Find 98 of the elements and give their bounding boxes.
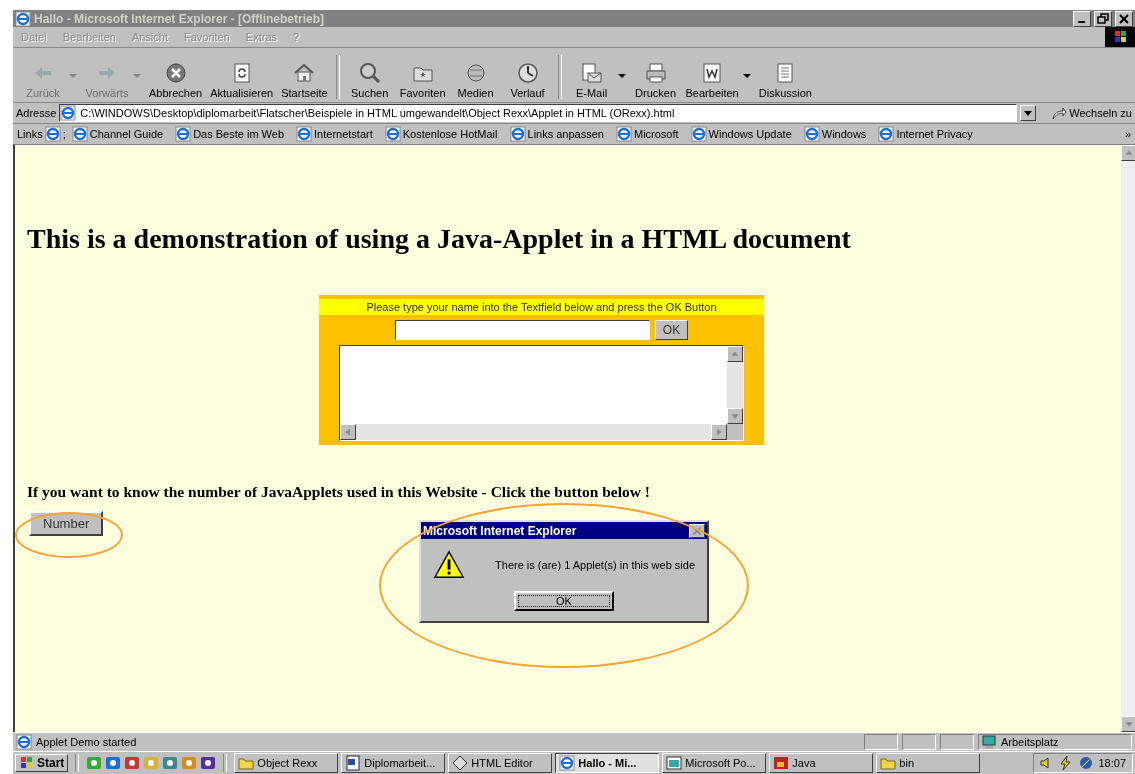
warning-icon xyxy=(433,549,466,581)
scroll-left-icon[interactable] xyxy=(340,424,356,440)
link-button[interactable]: Internet Privacy xyxy=(874,126,979,142)
printer-icon xyxy=(643,61,668,85)
clock-icon xyxy=(515,61,540,85)
ie-icon xyxy=(44,126,61,142)
scroll-right-icon[interactable] xyxy=(711,424,727,440)
ie-icon xyxy=(803,126,820,142)
scroll-up-icon[interactable] xyxy=(727,346,743,362)
computer-icon xyxy=(981,734,997,750)
close-icon[interactable] xyxy=(1115,10,1133,27)
link-button[interactable]: Internetstart xyxy=(292,126,379,142)
status-pane xyxy=(864,734,898,750)
caret-icon[interactable] xyxy=(742,73,751,79)
link-button[interactable]: Kostenlose HotMail xyxy=(380,126,504,142)
toolbar-button[interactable]: Verlauf xyxy=(501,61,554,99)
arrow-icon xyxy=(1051,105,1068,121)
status-pane xyxy=(940,734,974,750)
document-icon xyxy=(345,755,362,771)
link-button[interactable]: Microsoft xyxy=(611,126,685,142)
link-button[interactable]: Links anpassen xyxy=(505,126,610,142)
number-button[interactable]: Number xyxy=(29,511,104,536)
toolbar-button[interactable]: Medien xyxy=(449,61,502,99)
caret-icon[interactable] xyxy=(617,73,626,79)
quick-launch-icon[interactable] xyxy=(124,755,141,771)
ie-icon xyxy=(559,755,576,771)
scrollbar[interactable] xyxy=(1121,145,1135,732)
question-text: If you want to know the number of JavaApplets used in this Website - Click the button below ! xyxy=(27,483,651,501)
link-button[interactable]: Windows Update xyxy=(686,126,798,142)
status-pane xyxy=(902,734,936,750)
toolbar-button[interactable]: Abbrechen xyxy=(145,61,207,99)
close-icon[interactable] xyxy=(689,523,705,538)
ie-icon xyxy=(175,126,192,142)
windows-logo xyxy=(19,755,35,771)
ie-icon xyxy=(690,126,707,142)
scroll-down-icon[interactable] xyxy=(1121,716,1135,732)
clock: 18:07 xyxy=(1098,757,1126,769)
restore-icon[interactable] xyxy=(1094,10,1112,27)
address-field[interactable]: C:\WINDOWS\Desktop\diplomarbeit\Flatscher\Beispiele in HTML umgewandelt\Object Rexx\Applet in HTML (ORexx).html xyxy=(59,104,1018,122)
taskbar-button[interactable]: Java xyxy=(769,753,874,773)
status-text: Applet Demo started xyxy=(36,736,138,748)
quick-launch-icon[interactable] xyxy=(200,755,217,771)
window-icon xyxy=(666,755,683,771)
quick-launch-icon[interactable] xyxy=(105,755,122,771)
horizontal-scrollbar[interactable] xyxy=(340,424,727,440)
minimize-icon[interactable] xyxy=(1073,10,1091,27)
mail-icon xyxy=(579,61,604,85)
ie-icon xyxy=(615,126,632,142)
ie-icon xyxy=(509,126,526,142)
window-title: Hallo - Microsoft Internet Explorer - [Offlinebetrieb] xyxy=(34,11,326,26)
taskbar-button[interactable]: Hallo - Mi... xyxy=(555,753,660,773)
toolbar-button[interactable]: Bearbeiten xyxy=(681,61,743,99)
toolbar-button[interactable]: Startseite xyxy=(277,61,332,99)
cup-icon xyxy=(773,755,790,771)
toolbar-button[interactable]: E-Mail xyxy=(565,61,618,99)
taskbar-button[interactable]: Object Rexx xyxy=(234,753,339,773)
toolbar-button[interactable]: Drucken xyxy=(629,61,682,99)
link-button[interactable]: Das Beste im Web xyxy=(171,126,291,142)
ok-button[interactable]: OK xyxy=(654,320,689,340)
name-field[interactable] xyxy=(394,320,650,340)
scroll-down-icon[interactable] xyxy=(727,408,743,424)
ie-icon xyxy=(384,126,401,142)
more-chevron[interactable]: » xyxy=(1124,128,1131,140)
search-icon xyxy=(357,61,382,85)
dialog-ok-button[interactable]: OK xyxy=(514,591,614,611)
toolbar-button[interactable]: Aktualisieren xyxy=(206,61,278,99)
taskbar-button[interactable]: bin xyxy=(876,753,981,773)
taskbar-button[interactable]: HTML Editor xyxy=(448,753,553,773)
toolbar-button[interactable]: Suchen xyxy=(343,61,396,99)
link-button[interactable]: Windows xyxy=(799,126,873,142)
folder-icon xyxy=(238,755,255,771)
network-icon[interactable] xyxy=(1078,755,1095,771)
address-label: Adresse xyxy=(16,107,57,119)
stop-icon xyxy=(163,61,188,85)
go-button[interactable]: Wechseln zu xyxy=(1039,105,1132,121)
taskbar-button[interactable]: Diplomarbeit... xyxy=(341,753,446,773)
scrollbar-corner xyxy=(727,424,743,440)
folder-icon xyxy=(880,755,897,771)
dropdown-icon[interactable] xyxy=(1020,105,1037,121)
page-icon xyxy=(60,105,77,121)
ie-icon xyxy=(878,126,895,142)
separator-text: ; xyxy=(62,128,66,140)
vertical-scrollbar[interactable] xyxy=(727,346,743,424)
dialog-message: There is (are) 1 Applet(s) in this web side xyxy=(495,559,695,571)
scroll-up-icon[interactable] xyxy=(1121,145,1135,161)
ie-icon xyxy=(296,126,313,142)
links-label: Links xyxy=(17,128,43,140)
zone-label: Arbeitsplatz xyxy=(1001,736,1059,748)
applet-prompt: Please type your name into the Textfield below and press the OK Button xyxy=(319,299,764,315)
taskbar-button[interactable]: Microsoft Po... xyxy=(662,753,767,773)
start-button[interactable]: Start xyxy=(15,754,69,772)
toolbar-button[interactable]: Favoriten xyxy=(395,61,450,99)
diamond-icon xyxy=(452,755,469,771)
ie-icon xyxy=(71,126,88,142)
toolbar-button[interactable]: Diskussion xyxy=(754,61,816,99)
page-heading: This is a demonstration of using a Java-Applet in a HTML document xyxy=(27,223,852,255)
quick-launch-icon[interactable] xyxy=(162,755,179,771)
link-button[interactable]: Channel Guide xyxy=(67,126,170,142)
